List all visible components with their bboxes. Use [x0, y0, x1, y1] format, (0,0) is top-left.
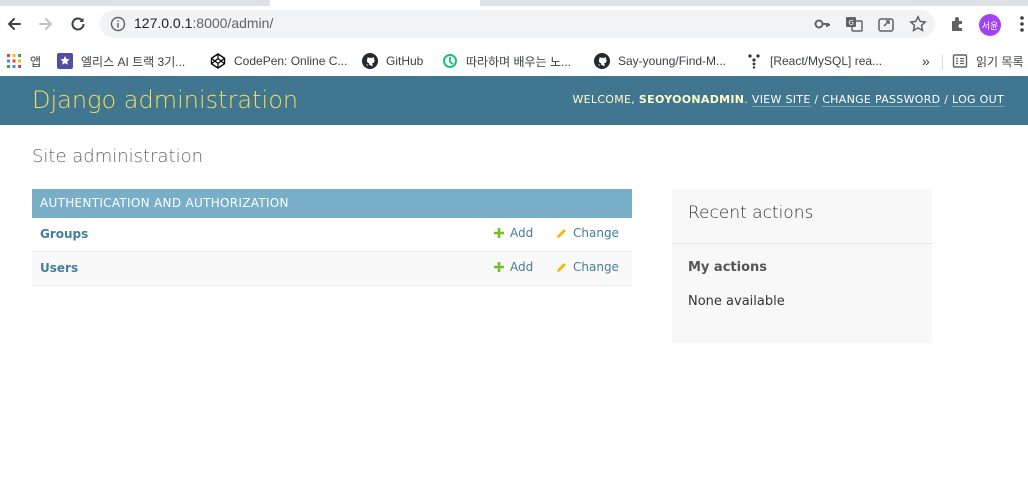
reading-list-icon [952, 53, 968, 69]
tab-strip [0, 0, 1028, 6]
change-users-link[interactable]: Change [556, 260, 619, 274]
log-out-link[interactable]: LOG OUT [952, 93, 1004, 107]
bookmark-label: 따라하며 배우는 노... [466, 54, 571, 69]
bookmark-star-icon[interactable] [908, 14, 928, 34]
browser-toolbar: 127.0.0.1:8000/admin/ G 서윤 [0, 0, 1028, 46]
separator: / [944, 93, 953, 106]
add-users-link[interactable]: Add [494, 260, 533, 274]
share-icon[interactable] [876, 14, 896, 34]
reading-list-label: 읽기 목록 [976, 54, 1024, 69]
codepen-icon [210, 53, 226, 69]
change-label: Change [573, 226, 619, 240]
recent-actions-title: Recent actions [688, 203, 814, 223]
username: SEOYOONADMIN [638, 93, 745, 106]
github-icon [594, 53, 610, 69]
bookmark-codepen[interactable]: CodePen: Online C... [210, 50, 347, 72]
model-link-users[interactable]: Users [40, 261, 78, 275]
pencil-icon [557, 228, 566, 238]
change-password-link[interactable]: CHANGE PASSWORD [822, 93, 941, 107]
pencil-icon [557, 262, 566, 272]
translate-icon[interactable]: G [844, 14, 864, 34]
divider [672, 243, 932, 244]
my-actions-title: My actions [688, 260, 768, 275]
extensions-icon[interactable] [948, 14, 968, 34]
bookmark-label: 앱 [30, 54, 42, 69]
welcome-text: WELCOME, [572, 93, 636, 106]
app-module-auth: AUTHENTICATION AND AUTHORIZATION Groups … [32, 189, 632, 286]
active-tab[interactable] [270, 0, 480, 6]
url-text[interactable]: 127.0.0.1:8000/admin/ [134, 15, 273, 31]
apps-grid-icon [6, 53, 22, 69]
add-label: Add [510, 226, 534, 240]
add-icon [494, 228, 504, 238]
url-host: 127.0.0.1 [134, 15, 193, 31]
add-label: Add [510, 260, 534, 274]
add-groups-link[interactable]: Add [494, 226, 533, 240]
bookmark-find-m[interactable]: Say-young/Find-M... [594, 50, 726, 72]
bookmark-label: CodePen: Online C... [234, 54, 348, 68]
bookmark-elice[interactable]: 엘리스 AI 트랙 3기... [57, 50, 185, 72]
velog-icon [746, 53, 762, 69]
bookmark-react-mysql[interactable]: [React/MySQL] rea... [746, 50, 882, 72]
bookmark-inflearn[interactable]: 따라하며 배우는 노... [442, 50, 571, 72]
add-icon [494, 262, 504, 272]
separator: . [744, 93, 752, 106]
url-path: :8000/admin/ [192, 15, 274, 31]
model-link-groups[interactable]: Groups [40, 227, 88, 241]
inflearn-icon [442, 53, 458, 69]
app-caption-link[interactable]: AUTHENTICATION AND AUTHORIZATION [32, 189, 632, 218]
bookmark-label: GitHub [386, 54, 424, 68]
key-icon[interactable] [812, 14, 832, 34]
reload-icon[interactable] [66, 12, 90, 36]
site-name[interactable]: Django administration [32, 86, 298, 114]
bookmark-github[interactable]: GitHub [362, 50, 423, 72]
model-row-groups: Groups Add Change [32, 218, 632, 252]
bookmark-label: Say-young/Find-M... [618, 54, 727, 68]
model-row-users: Users Add Change [32, 252, 632, 286]
bookmark-label: 엘리스 AI 트랙 3기... [81, 54, 186, 69]
site-info-icon[interactable] [110, 16, 126, 36]
change-label: Change [573, 260, 619, 274]
menu-kebab-icon[interactable] [1012, 14, 1028, 34]
change-groups-link[interactable]: Change [556, 226, 619, 240]
elice-icon [57, 53, 73, 69]
profile-avatar[interactable]: 서윤 [979, 14, 1001, 36]
address-bar[interactable]: 127.0.0.1:8000/admin/ [100, 10, 935, 38]
bookmark-label: [React/MySQL] rea... [770, 54, 883, 68]
bookmarks-divider [942, 54, 943, 70]
back-icon[interactable] [2, 12, 26, 36]
forward-icon[interactable] [34, 12, 58, 36]
bookmark-apps[interactable]: 앱 [6, 50, 41, 72]
none-available-text: None available [688, 294, 785, 309]
reading-list-button[interactable]: 읽기 목록 [952, 50, 1024, 72]
user-tools: WELCOME, SEOYOONADMIN. VIEW SITE / CHANG… [572, 93, 1004, 107]
recent-actions-panel: Recent actions My actions None available [672, 189, 932, 343]
github-icon [362, 53, 378, 69]
view-site-link[interactable]: VIEW SITE [751, 93, 811, 107]
page-title: Site administration [32, 146, 204, 167]
more-bookmarks-button[interactable]: » [922, 50, 930, 72]
svg-text:G: G [849, 19, 854, 27]
bookmarks-bar: 앱 엘리스 AI 트랙 3기... CodePen: Online C... G… [0, 46, 1028, 77]
